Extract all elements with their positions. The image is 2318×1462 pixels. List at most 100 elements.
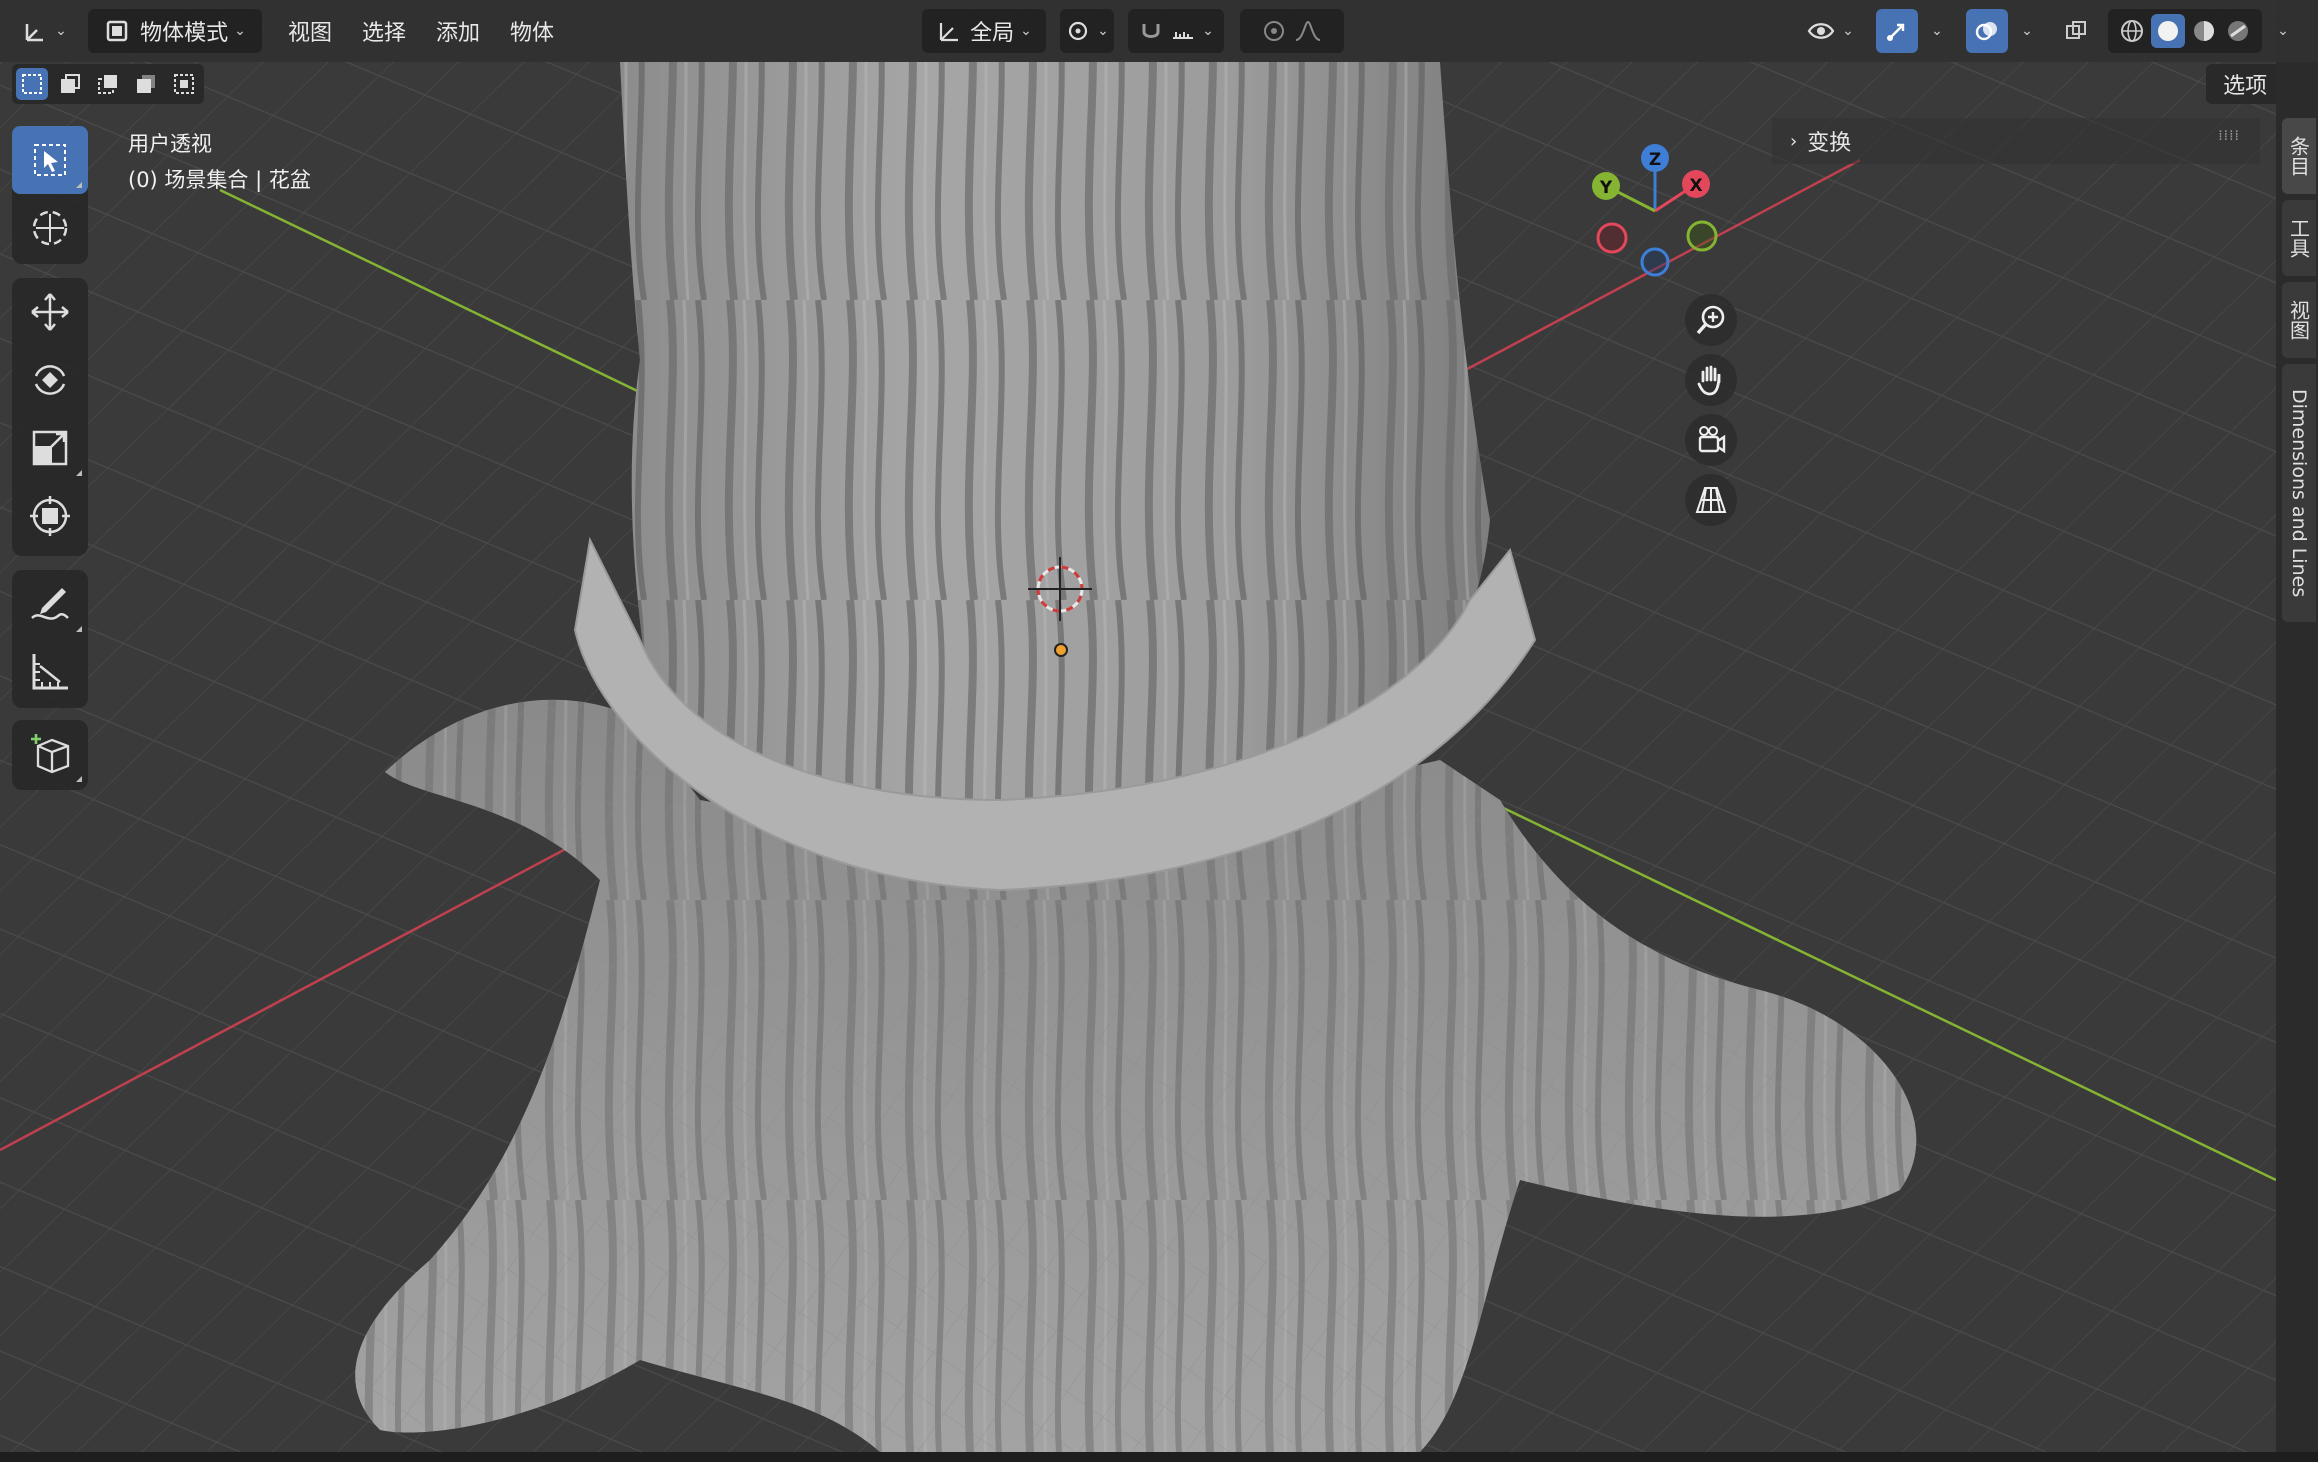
solid-shading-button[interactable] [2151, 14, 2185, 48]
ruler-icon [32, 654, 68, 690]
move-tool[interactable] [12, 278, 88, 346]
toolbox-group-annotate [12, 570, 88, 708]
3d-viewport[interactable] [0, 0, 2276, 1452]
pivot-point-dropdown[interactable]: ⌄ [1060, 9, 1114, 53]
select-extend-button[interactable] [54, 68, 86, 100]
rotate-icon [34, 365, 66, 395]
eye-icon [1807, 23, 1835, 39]
select-box-tool[interactable] [12, 126, 88, 194]
select-intersect-button[interactable] [168, 68, 200, 100]
gizmo-toggle-button[interactable] [1876, 9, 1918, 53]
gizmo-x-label: X [1689, 176, 1702, 196]
snap-controls[interactable]: ⌄ [1128, 9, 1224, 53]
object-origin-dot [1054, 643, 1068, 657]
toolbox-group-transform [12, 278, 88, 556]
chevron-right-icon: › [1790, 130, 1798, 152]
transform-panel-label: 变换 [1807, 131, 1852, 156]
gizmo-dropdown[interactable]: ⌄ [1920, 9, 1948, 53]
tab-item[interactable]: 条目 [2282, 118, 2316, 194]
tab-view[interactable]: 视图 [2282, 282, 2316, 358]
navigation-gizmo[interactable]: Z X Y [1580, 136, 1730, 286]
xray-toggle-button[interactable] [2056, 9, 2096, 53]
select-invert-button[interactable] [130, 68, 162, 100]
scale-tool[interactable] [12, 414, 88, 482]
cube-axes-icon [25, 24, 44, 42]
bottom-border [0, 1452, 2318, 1462]
object-mode-icon [106, 20, 128, 42]
view-name-label: 用户透视 [128, 132, 212, 156]
select-subtract-button[interactable] [92, 68, 124, 100]
mode-dropdown[interactable]: 物体模式 ⌄ [88, 9, 262, 53]
add-cube-tool[interactable] [12, 720, 88, 788]
cursor-box-icon [34, 144, 66, 176]
overlays-dropdown[interactable]: ⌄ [2010, 9, 2038, 53]
drag-handle-icon[interactable]: ⁞⁞⁞⁞ [2218, 128, 2240, 144]
perspective-toggle-button[interactable] [1685, 474, 1737, 526]
toolbox-group-add [12, 720, 88, 790]
mode-label: 物体模式 [140, 21, 229, 46]
falloff-curve-icon [1295, 20, 1321, 41]
zoom-button[interactable] [1685, 294, 1737, 346]
annotate-pencil-icon [31, 588, 69, 620]
gizmo-neg-z-axis[interactable] [1640, 247, 1670, 277]
tab-tool[interactable]: 工具 [2282, 200, 2316, 276]
chevron-down-icon: ⌄ [1842, 23, 1854, 39]
gizmo-neg-x-axis[interactable] [1596, 222, 1628, 254]
camera-view-button[interactable] [1685, 414, 1737, 466]
orientation-label: 全局 [970, 21, 1015, 46]
shading-mode-group [2108, 9, 2262, 53]
viewport-header: ⌄ 物体模式 ⌄ 视图 选择 添加 物体 全局 ⌄ ⌄ ⌄ ⌄ ⌄ ⌄ ⌄ [0, 0, 2318, 62]
overlays-icon [1975, 22, 1997, 41]
transform-icon [30, 496, 70, 536]
rendered-shading-icon[interactable] [2223, 16, 2253, 46]
orientation-axes-icon [940, 23, 959, 42]
grid-perspective-icon [1695, 487, 1727, 513]
add-cube-icon [31, 734, 70, 774]
visibility-dropdown[interactable]: ⌄ [1800, 9, 1860, 53]
zoom-icon [1696, 305, 1725, 335]
magnet-icon [1142, 24, 1160, 38]
tab-dimensions-and-lines[interactable]: Dimensions and Lines [2282, 364, 2316, 622]
transform-tool[interactable] [12, 482, 88, 550]
options-label: 选项 [2223, 74, 2268, 99]
blender-window: ⌄ 物体模式 ⌄ 视图 选择 添加 物体 全局 ⌄ ⌄ ⌄ ⌄ ⌄ ⌄ ⌄ 选项… [0, 0, 2318, 1462]
gizmo-arrows-icon [1887, 23, 1905, 41]
measure-tool[interactable] [12, 638, 88, 706]
menu-select[interactable]: 选择 [354, 9, 414, 53]
xray-icon [2066, 21, 2086, 39]
annotate-tool[interactable] [12, 570, 88, 638]
select-mode-bar [12, 64, 204, 104]
camera-icon [1698, 426, 1726, 454]
scale-icon [32, 430, 68, 466]
chevron-down-icon: ⌄ [1097, 23, 1109, 39]
chevron-down-icon: ⌄ [234, 23, 246, 39]
transform-orientation-dropdown[interactable]: 全局 ⌄ [922, 9, 1046, 53]
material-preview-icon[interactable] [2189, 16, 2219, 46]
shading-dropdown[interactable]: ⌄ [2266, 9, 2294, 53]
select-invert-icon [137, 75, 155, 93]
menu-object[interactable]: 物体 [502, 9, 562, 53]
move-arrows-icon [31, 293, 69, 331]
pan-button[interactable] [1685, 354, 1737, 406]
chevron-down-icon: ⌄ [2021, 23, 2033, 39]
rotate-tool[interactable] [12, 346, 88, 414]
proportional-editing-controls[interactable] [1240, 9, 1344, 53]
gizmo-neg-y-axis[interactable] [1686, 220, 1718, 252]
toolbox-group-select [12, 126, 88, 264]
cursor-tool[interactable] [12, 194, 88, 262]
wireframe-shading-icon[interactable] [2117, 16, 2147, 46]
editor-type-button[interactable]: ⌄ [16, 9, 74, 53]
pivot-icon [1069, 21, 1088, 41]
overlays-toggle-button[interactable] [1966, 9, 2008, 53]
transform-panel-header[interactable]: › 变换 ⁞⁞⁞⁞ [1772, 118, 2260, 164]
chevron-down-icon: ⌄ [55, 23, 67, 39]
select-intersect-icon [174, 74, 194, 94]
hand-icon [1697, 365, 1721, 396]
select-subtract-icon [98, 75, 117, 94]
chevron-down-icon: ⌄ [1020, 23, 1032, 39]
collection-path-label: (0) 场景集合 | 花盆 [128, 168, 311, 192]
chevron-down-icon: ⌄ [2277, 23, 2289, 39]
menu-add[interactable]: 添加 [428, 9, 488, 53]
select-new-button[interactable] [16, 68, 48, 100]
menu-view[interactable]: 视图 [280, 9, 340, 53]
